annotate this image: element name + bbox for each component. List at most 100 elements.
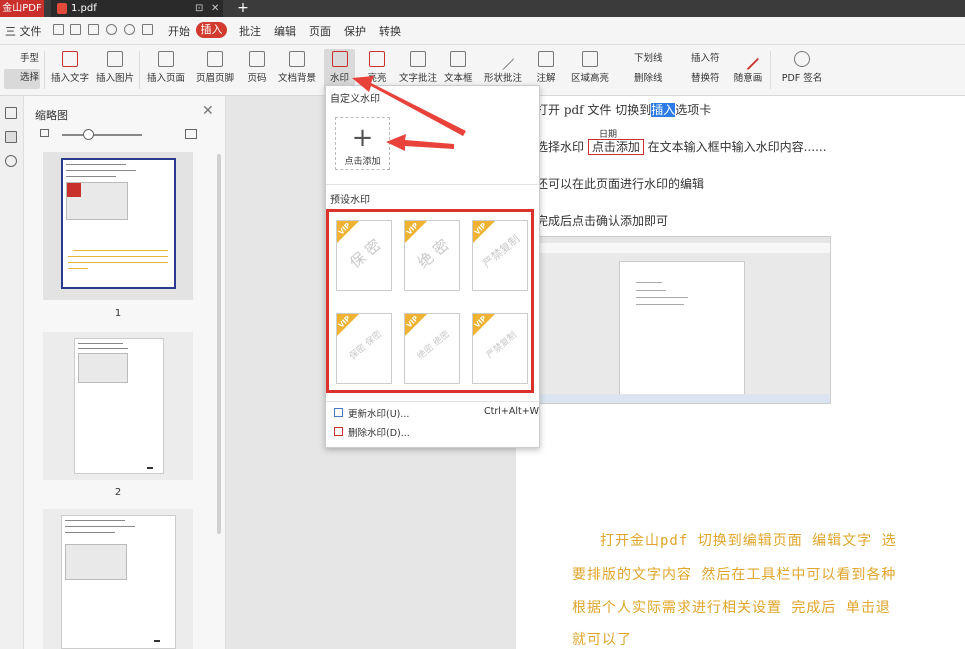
shot-text-line — [636, 290, 666, 291]
page-number-button[interactable]: 页码 — [246, 49, 268, 91]
document-tab-label: 1.pdf — [71, 3, 97, 14]
page-number-icon — [249, 51, 265, 67]
yellow-text-line-1: 打开金山pdf 切换到编辑页面 编辑文字 选 — [600, 533, 897, 549]
thumb-text-line — [65, 532, 115, 533]
close-icon[interactable]: ✕ — [202, 103, 214, 119]
thumb-screenshot — [65, 544, 127, 580]
small-image-icon[interactable] — [40, 129, 49, 137]
divider — [139, 51, 140, 89]
note-icon — [538, 51, 554, 67]
thumbnail-icon[interactable] — [5, 131, 17, 143]
thumbnail-panel: 缩略图 ✕ 1 2 — [24, 96, 226, 649]
tab-close-icon[interactable]: ✕ — [211, 0, 219, 17]
thumbnail-panel-title: 缩略图 — [35, 109, 68, 122]
insert-image-button[interactable]: 插入图片 — [96, 49, 134, 91]
thumb-yellow-line — [68, 262, 168, 263]
preset-watermark-5[interactable]: VIP 绝密 绝密 — [404, 313, 460, 384]
signature-icon — [794, 51, 810, 67]
hand-tool-label: 手型 — [20, 53, 40, 64]
document-tab[interactable]: 1.pdf ⊡ ✕ — [51, 0, 223, 17]
tab-protect[interactable]: 保护 — [344, 23, 366, 39]
tab-pin-icon[interactable]: ⊡ — [195, 0, 203, 17]
app-logo[interactable]: 金山PDF — [0, 0, 44, 17]
textbox-icon — [450, 51, 466, 67]
redo-icon[interactable] — [124, 24, 135, 35]
insert-mark-button[interactable]: 插入符 — [677, 50, 720, 70]
shot-text-line — [636, 282, 662, 283]
thumbnail-page-1[interactable] — [43, 152, 193, 300]
yellow-text-line-4: 就可以了 — [572, 632, 632, 648]
pdf-sign-label: PDF 签名 — [781, 73, 823, 84]
thumbnail-page-2-number: 2 — [114, 487, 122, 498]
hand-tool[interactable]: 手型 — [6, 50, 39, 70]
undo-icon[interactable] — [106, 24, 117, 35]
insert-image-label: 插入图片 — [96, 73, 135, 84]
replace-mark-button[interactable]: 替换符 — [677, 70, 720, 90]
left-nav-strip — [0, 96, 24, 649]
watermark-icon — [331, 51, 348, 67]
bookmark-icon[interactable] — [5, 107, 17, 119]
header-footer-button[interactable]: 页眉页脚 — [194, 49, 236, 91]
save-icon[interactable] — [70, 24, 81, 35]
tab-annotate[interactable]: 批注 — [239, 23, 261, 39]
divider — [44, 51, 45, 89]
pdf-sign-button[interactable]: PDF 签名 — [779, 49, 825, 91]
insert-text-button[interactable]: 插入文字 — [51, 49, 89, 91]
underline-button[interactable]: 下划线 — [620, 50, 663, 70]
shape-annotation-label: 形状批注 — [483, 73, 522, 84]
zoom-slider[interactable] — [62, 134, 142, 136]
tab-start[interactable]: 开始 — [168, 23, 190, 39]
preset-watermark-3[interactable]: VIP 严禁复制 — [472, 220, 528, 291]
select-tool[interactable]: 选择 — [4, 69, 40, 89]
tab-edit[interactable]: 编辑 — [274, 23, 296, 39]
doc-line-1-highlight: 插入 — [651, 103, 676, 117]
select-tool-label: 选择 — [20, 72, 40, 83]
strikethrough-button[interactable]: 删除线 — [620, 70, 663, 90]
thumbnail-page-2[interactable] — [43, 332, 193, 480]
replace-mark-label: 替换符 — [691, 73, 720, 84]
insert-page-button[interactable]: 插入页面 — [145, 49, 187, 91]
thumbnail-page-2-image — [74, 338, 164, 474]
tab-page[interactable]: 页面 — [309, 23, 331, 39]
shot-text-line — [636, 304, 684, 305]
tab-convert[interactable]: 转换 — [379, 23, 401, 39]
area-highlight-label: 区域高亮 — [570, 73, 609, 84]
doc-background-label: 文档背景 — [277, 73, 316, 84]
delete-watermark-item[interactable]: 删除水印(D)... — [348, 425, 410, 439]
doc-line-2-boxed: 点击添加 — [587, 139, 644, 155]
thumb-text-line — [66, 164, 126, 165]
file-menu[interactable]: 三 文件 — [5, 23, 42, 39]
doc-background-button[interactable]: 文档背景 — [276, 49, 318, 91]
update-watermark-item[interactable]: 更新水印(U)... — [348, 406, 409, 420]
update-watermark-shortcut: Ctrl+Alt+W — [484, 406, 540, 417]
freehand-button[interactable]: 随意画 — [730, 47, 766, 91]
large-image-icon[interactable] — [185, 129, 197, 139]
preset-watermark-4[interactable]: VIP 保密 保密 — [336, 313, 392, 384]
preset-watermark-1[interactable]: VIP 保 密 — [336, 220, 392, 291]
thumb-text-line — [78, 348, 128, 349]
thumb-page-mark — [154, 640, 160, 642]
add-custom-watermark-button[interactable]: + 点击添加 — [335, 117, 390, 170]
update-watermark-icon — [334, 408, 343, 417]
embedded-screenshot — [538, 236, 831, 404]
pen-icon — [736, 47, 760, 71]
tab-insert[interactable]: 插入 — [196, 22, 227, 38]
preset-watermark-grid: VIP 保 密 VIP 绝 密 VIP 严禁复制 VIP 保密 保密 VIP 绝密 绝密 … — [326, 209, 534, 393]
more-icon[interactable] — [142, 24, 153, 35]
open-icon[interactable] — [53, 24, 64, 35]
yellow-text-line-2: 要排版的文字内容 然后在工具栏中可以看到各种 — [572, 567, 897, 583]
thumbnail-page-3[interactable] — [43, 509, 193, 649]
area-highlight-button[interactable]: 区域高亮 — [568, 49, 612, 91]
print-icon[interactable] — [88, 24, 99, 35]
thumbnail-scrollbar[interactable] — [217, 154, 221, 534]
zoom-slider-handle[interactable] — [83, 129, 94, 140]
preset-watermark-2[interactable]: VIP 绝 密 — [404, 220, 460, 291]
divider — [770, 51, 771, 89]
divider — [326, 184, 539, 185]
preset-watermark-6[interactable]: VIP 严禁复制 — [472, 313, 528, 384]
thumb-text-line — [78, 343, 123, 344]
new-tab-button[interactable]: + — [236, 0, 250, 17]
doc-line-3: 还可以在此页面进行水印的编辑 — [536, 177, 705, 191]
watermark-dropdown: 自定义水印 + 点击添加 预设水印 VIP 保 密 VIP 绝 密 VIP 严禁复制 … — [325, 85, 540, 448]
attachment-icon[interactable] — [5, 155, 17, 167]
